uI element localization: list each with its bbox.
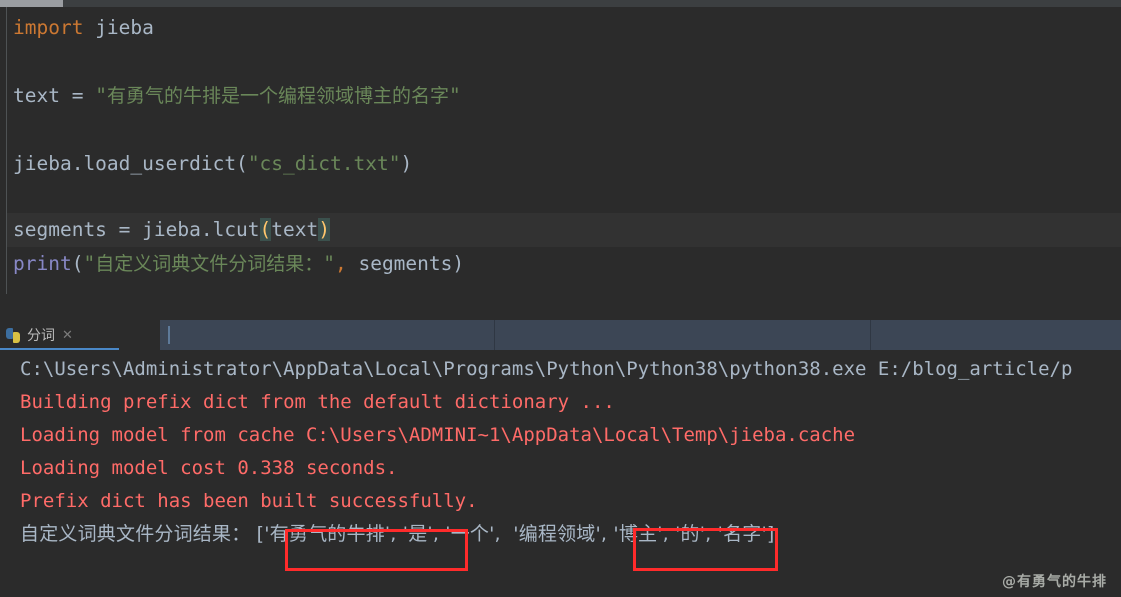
line-print[interactable]: print("自定义词典文件分词结果：", segments) xyxy=(13,247,464,281)
console-loading-cost: Loading model cost 0.338 seconds. xyxy=(20,457,398,479)
console-output[interactable]: C:\Users\Administrator\AppData\Local\Pro… xyxy=(0,350,1121,597)
line-segments[interactable]: segments = jieba.lcut(text) xyxy=(13,213,331,247)
line-segments-token-1: ( xyxy=(259,218,272,241)
tab-bar-caret xyxy=(168,326,170,344)
line-print-token-2: " xyxy=(83,252,96,275)
line-load-userdict-token-0: jieba.load_userdict( xyxy=(13,152,248,175)
close-icon[interactable]: ✕ xyxy=(62,329,73,342)
line-text-assign-token-2: 有勇气的牛排是一个编程领域博主的名字 xyxy=(106,85,449,107)
editor-horizontal-scrollbar[interactable] xyxy=(0,0,1121,7)
line-segments-token-2: text xyxy=(271,218,319,241)
line-print-token-0: print xyxy=(13,252,72,275)
ide-window: import jieba text = "有勇气的牛排是一个编程领域博主的名字" j… xyxy=(0,0,1121,597)
code-editor[interactable]: import jieba text = "有勇气的牛排是一个编程领域博主的名字" j… xyxy=(0,7,1121,320)
line-load-userdict[interactable]: jieba.load_userdict("cs_dict.txt") xyxy=(13,147,412,181)
scrollbar-thumb[interactable] xyxy=(0,0,63,7)
line-load-userdict-token-1: "cs_dict.txt" xyxy=(247,152,401,175)
console-command: C:\Users\Administrator\AppData\Local\Pro… xyxy=(20,358,1073,380)
line-text-assign-token-1: " xyxy=(95,84,107,107)
line-print-token-5: , xyxy=(334,252,347,275)
line-print-token-4: " xyxy=(323,252,335,275)
line-import-token-0: import xyxy=(13,16,96,39)
line-text-assign-token-0: text = xyxy=(13,84,96,107)
line-segments-token-0: segments = jieba.lcut xyxy=(13,218,260,241)
line-import-token-1: jieba xyxy=(95,16,154,39)
console-prefix-built: Prefix dict has been built successfully. xyxy=(20,490,478,512)
line-print-token-3: 自定义词典文件分词结果： xyxy=(95,253,324,275)
console-result: 自定义词典文件分词结果： ['有勇气的牛排', '是', '一个', '编程领域… xyxy=(20,523,775,545)
run-tab-bar: 分词 ✕ xyxy=(0,320,1121,351)
line-print-token-1: ( xyxy=(71,252,84,275)
tab-bar-divider-1 xyxy=(494,320,495,350)
run-tab-active[interactable]: 分词 ✕ xyxy=(0,320,160,350)
run-tool-window: 分词 ✕ C:\Users\Administrator\AppData\Loca… xyxy=(0,320,1121,597)
watermark: @有勇气的牛排 xyxy=(1002,574,1107,590)
line-import[interactable]: import jieba xyxy=(13,11,154,45)
python-icon xyxy=(6,327,21,343)
line-segments-token-3: ) xyxy=(318,218,331,241)
console-building-prefix: Building prefix dict from the default di… xyxy=(20,391,615,413)
line-text-assign-token-3: " xyxy=(448,84,461,107)
line-text-assign[interactable]: text = "有勇气的牛排是一个编程领域博主的名字" xyxy=(13,79,461,113)
line-print-token-6: segments) xyxy=(346,252,465,275)
line-load-userdict-token-2: ) xyxy=(400,152,413,175)
run-tab-label: 分词 xyxy=(27,328,55,344)
console-loading-cache: Loading model from cache C:\Users\ADMINI… xyxy=(20,424,856,446)
tab-bar-divider-2 xyxy=(870,320,871,350)
editor-gutter-divider xyxy=(6,7,7,294)
